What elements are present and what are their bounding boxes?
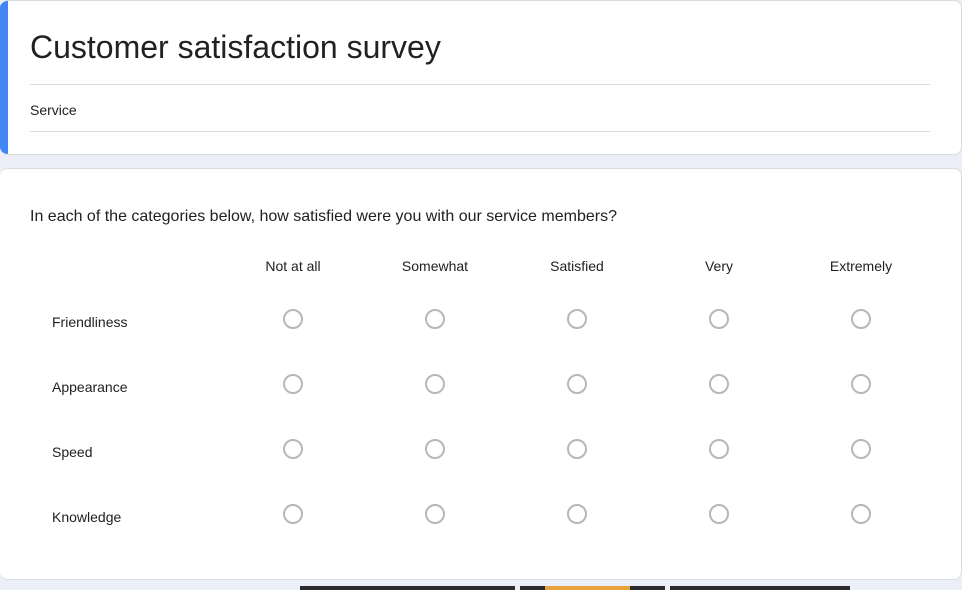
question-title[interactable]: In each of the categories below, how sat… bbox=[30, 169, 937, 229]
radio-appearance-not-at-all[interactable] bbox=[283, 374, 303, 394]
grid-column-header-2: Satisfied bbox=[550, 258, 604, 274]
grid-column-header-3: Very bbox=[704, 258, 733, 274]
radio-knowledge-not-at-all[interactable] bbox=[283, 504, 303, 524]
radio-speed-not-at-all[interactable] bbox=[283, 439, 303, 459]
radio-friendliness-somewhat[interactable] bbox=[425, 309, 445, 329]
form-header-content: Customer satisfaction survey Service bbox=[30, 1, 931, 132]
radio-friendliness-extremely[interactable] bbox=[851, 309, 871, 329]
sliver-segment-accent bbox=[545, 586, 630, 590]
description-underline bbox=[30, 131, 930, 132]
grid-cell-1-0[interactable] bbox=[222, 354, 364, 419]
grid-cell-1-3[interactable] bbox=[648, 354, 790, 419]
grid-corner-cell bbox=[30, 251, 222, 289]
grid-row-label-3: Knowledge bbox=[52, 508, 122, 525]
grid-row-friendliness: Friendliness bbox=[30, 289, 932, 354]
grid-cell-0-1[interactable] bbox=[364, 289, 506, 354]
grid-row-speed: Speed bbox=[30, 419, 932, 484]
radio-speed-very[interactable] bbox=[709, 439, 729, 459]
grid-header-row: Not at all Somewhat Satisfied Very Extre… bbox=[30, 251, 932, 289]
sliver-segment-3 bbox=[670, 586, 850, 590]
grid-cell-3-1[interactable] bbox=[364, 484, 506, 549]
grid-column-header-0: Not at all bbox=[265, 258, 321, 274]
grid-cell-2-0[interactable] bbox=[222, 419, 364, 484]
question-content: In each of the categories below, how sat… bbox=[30, 169, 937, 549]
radio-friendliness-satisfied[interactable] bbox=[567, 309, 587, 329]
question-card: In each of the categories below, how sat… bbox=[0, 168, 962, 580]
grid-cell-0-3[interactable] bbox=[648, 289, 790, 354]
page-title[interactable]: Customer satisfaction survey bbox=[30, 1, 931, 67]
grid-row-knowledge: Knowledge bbox=[30, 484, 932, 549]
grid-cell-1-4[interactable] bbox=[790, 354, 932, 419]
radio-speed-satisfied[interactable] bbox=[567, 439, 587, 459]
form-header-card: Customer satisfaction survey Service bbox=[0, 0, 962, 155]
grid-column-header-4: Extremely bbox=[829, 258, 893, 274]
radio-appearance-satisfied[interactable] bbox=[567, 374, 587, 394]
grid-cell-1-2[interactable] bbox=[506, 354, 648, 419]
grid-cell-0-2[interactable] bbox=[506, 289, 648, 354]
form-description[interactable]: Service bbox=[30, 85, 931, 131]
grid-cell-0-0[interactable] bbox=[222, 289, 364, 354]
multiple-choice-grid: Not at all Somewhat Satisfied Very Extre… bbox=[30, 251, 932, 549]
radio-knowledge-extremely[interactable] bbox=[851, 504, 871, 524]
radio-friendliness-very[interactable] bbox=[709, 309, 729, 329]
grid-row-appearance: Appearance bbox=[30, 354, 932, 419]
offscreen-element-sliver bbox=[0, 583, 962, 590]
grid-cell-3-0[interactable] bbox=[222, 484, 364, 549]
radio-speed-somewhat[interactable] bbox=[425, 439, 445, 459]
grid-cell-3-3[interactable] bbox=[648, 484, 790, 549]
grid-cell-1-1[interactable] bbox=[364, 354, 506, 419]
grid-body: Friendliness Appearance Speed Knowledge bbox=[30, 289, 932, 549]
radio-appearance-somewhat[interactable] bbox=[425, 374, 445, 394]
radio-knowledge-very[interactable] bbox=[709, 504, 729, 524]
radio-appearance-very[interactable] bbox=[709, 374, 729, 394]
radio-appearance-extremely[interactable] bbox=[851, 374, 871, 394]
grid-cell-2-3[interactable] bbox=[648, 419, 790, 484]
radio-speed-extremely[interactable] bbox=[851, 439, 871, 459]
form-accent-bar bbox=[0, 1, 8, 154]
grid-cell-2-2[interactable] bbox=[506, 419, 648, 484]
radio-knowledge-somewhat[interactable] bbox=[425, 504, 445, 524]
radio-knowledge-satisfied[interactable] bbox=[567, 504, 587, 524]
grid-cell-3-2[interactable] bbox=[506, 484, 648, 549]
grid-cell-3-4[interactable] bbox=[790, 484, 932, 549]
sliver-segment-1 bbox=[300, 586, 515, 590]
radio-friendliness-not-at-all[interactable] bbox=[283, 309, 303, 329]
grid-cell-0-4[interactable] bbox=[790, 289, 932, 354]
grid-cell-2-1[interactable] bbox=[364, 419, 506, 484]
grid-row-label-1: Appearance bbox=[52, 378, 128, 395]
grid-row-label-0: Friendliness bbox=[52, 313, 128, 330]
grid-cell-2-4[interactable] bbox=[790, 419, 932, 484]
grid-column-header-1: Somewhat bbox=[401, 258, 469, 274]
grid-row-label-2: Speed bbox=[52, 443, 93, 460]
